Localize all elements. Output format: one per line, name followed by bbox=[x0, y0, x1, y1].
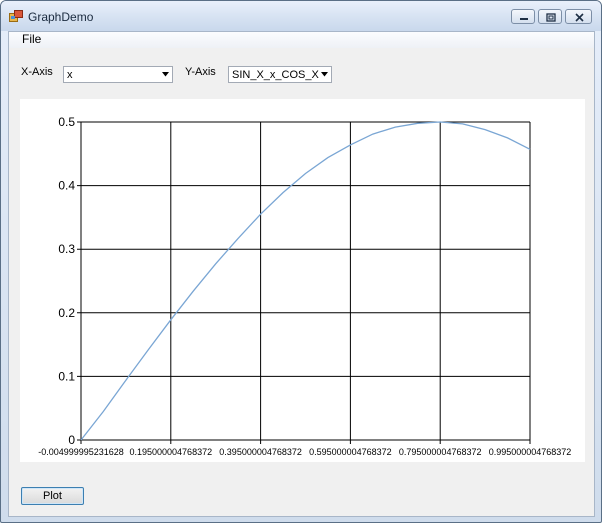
y-tick-label: 0.1 bbox=[58, 369, 75, 383]
x-axis-label: X-Axis bbox=[21, 66, 53, 78]
x-tick-label: 0.795000004768372 bbox=[399, 447, 482, 457]
x-tick-label: 0.195000004768372 bbox=[130, 447, 213, 457]
y-tick-label: 0.4 bbox=[58, 179, 75, 193]
x-tick-label: 0.995000004768372 bbox=[489, 447, 572, 457]
x-tick-label: 0.595000004768372 bbox=[309, 447, 392, 457]
app-icon bbox=[9, 10, 23, 22]
line-chart: -0.004999995231628 0.195000004768372 0.395… bbox=[38, 115, 572, 457]
close-button[interactable] bbox=[565, 9, 592, 24]
series-line bbox=[80, 121, 531, 441]
restore-icon bbox=[546, 13, 556, 22]
x-tick-label: 0.395000004768372 bbox=[219, 447, 302, 457]
y-axis-label: Y-Axis bbox=[185, 66, 216, 78]
client-area: File X-Axis x Y-Axis SIN_X_x_COS_X -0.00… bbox=[8, 31, 595, 517]
x-axis-selected-value: x bbox=[67, 69, 73, 81]
menu-bar: File bbox=[9, 32, 594, 48]
y-tick-label: 0 bbox=[68, 433, 75, 447]
app-window: GraphDemo File X-Axis x Y-Axis SIN_X_x_C… bbox=[0, 0, 602, 523]
dropdown-arrow-icon[interactable] bbox=[321, 72, 328, 77]
minimize-icon bbox=[520, 18, 528, 20]
close-icon bbox=[575, 13, 584, 22]
y-tick-label: 0.5 bbox=[58, 115, 75, 129]
menu-item-file[interactable]: File bbox=[20, 32, 43, 46]
restore-button[interactable] bbox=[538, 9, 562, 24]
y-tick-label: 0.3 bbox=[58, 242, 75, 256]
y-axis-combobox[interactable]: SIN_X_x_COS_X bbox=[228, 66, 332, 83]
title-bar[interactable]: GraphDemo bbox=[1, 1, 601, 31]
minimize-button[interactable] bbox=[511, 9, 535, 24]
y-axis-selected-value: SIN_X_x_COS_X bbox=[232, 69, 319, 81]
plot-button[interactable]: Plot bbox=[21, 487, 84, 505]
x-tick-label: -0.004999995231628 bbox=[38, 447, 124, 457]
y-tick-label: 0.2 bbox=[58, 306, 75, 320]
graph-panel: -0.004999995231628 0.195000004768372 0.395… bbox=[20, 99, 585, 462]
x-axis-combobox[interactable]: x bbox=[63, 66, 173, 83]
dropdown-arrow-icon[interactable] bbox=[162, 72, 169, 77]
window-title: GraphDemo bbox=[28, 10, 94, 24]
